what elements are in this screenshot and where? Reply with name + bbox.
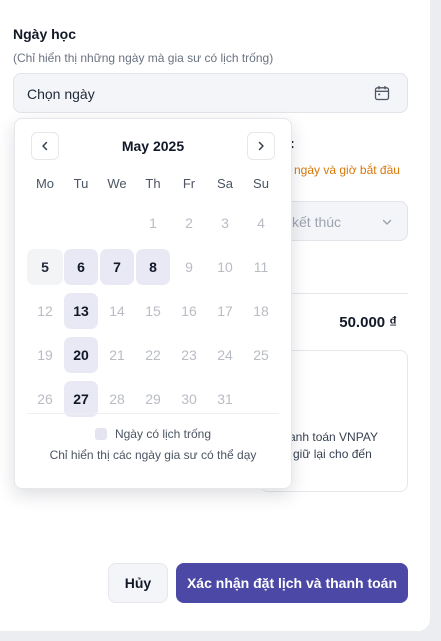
calendar-divider: [27, 413, 279, 414]
calendar-day-available[interactable]: 27: [64, 381, 98, 417]
calendar-day-disabled: 21: [109, 347, 125, 363]
chevron-right-icon: [258, 141, 264, 151]
legend-label: Ngày có lịch trống: [114, 427, 212, 441]
calendar-day-available[interactable]: 13: [64, 293, 98, 329]
calendar-day-disabled: 25: [253, 347, 269, 363]
cancel-button[interactable]: Hủy: [108, 563, 168, 603]
date-picker-value: Chọn ngày: [27, 86, 95, 102]
weekday-label: Su: [253, 176, 269, 191]
calendar-day-disabled: 31: [217, 391, 233, 407]
calendar-day-disabled: 30: [181, 391, 197, 407]
calendar-day-disabled: 16: [181, 303, 197, 319]
calendar-day-disabled: 1: [149, 215, 157, 231]
calendar-icon: [374, 86, 390, 101]
calendar-day-disabled: 14: [109, 303, 125, 319]
calendar-day-disabled: 10: [217, 259, 233, 275]
calendar-day-disabled: 24: [217, 347, 233, 363]
calendar-day-disabled: 3: [221, 215, 229, 231]
calendar-day-disabled: 12: [37, 303, 53, 319]
next-month-button[interactable]: [247, 132, 275, 160]
payment-info-line-2: giữ lại cho đến: [293, 447, 372, 461]
weekday-label: Sa: [217, 176, 233, 191]
calendar-days-grid: 1 2 3 4 5 6 7 8 9 10 11 12 13 14 15 16 17 18 19 20 21 22 23 24 2…: [27, 201, 279, 421]
weekday-header: Mo Tu We Th Fr Sa Su: [27, 176, 279, 191]
calendar-day-available[interactable]: 7: [100, 249, 134, 285]
calendar-day-disabled: 19: [37, 347, 53, 363]
weekday-label: Tu: [73, 176, 89, 191]
booking-panel: Ngày học (Chỉ hiển thị những ngày mà gia…: [0, 0, 430, 631]
calendar-day-disabled: 26: [37, 391, 53, 407]
weekday-label: We: [107, 176, 127, 191]
calendar-day-disabled: 28: [109, 391, 125, 407]
calendar-day-empty: [27, 205, 63, 241]
total-price: 50.000 ₫: [339, 314, 397, 331]
calendar-day-empty: [99, 205, 135, 241]
chevron-down-icon: [382, 219, 392, 225]
legend-note: Chỉ hiển thị các ngày gia sư có thể dạy: [49, 448, 257, 462]
calendar-day-disabled: 18: [253, 303, 269, 319]
calendar-day-available[interactable]: 8: [136, 249, 170, 285]
weekday-label: Th: [145, 176, 161, 191]
calendar-day-disabled: 22: [145, 347, 161, 363]
calendar-day-disabled: 9: [185, 259, 193, 275]
calendar-day-disabled: 17: [217, 303, 233, 319]
page-scrollbar[interactable]: [430, 0, 441, 641]
time-warning-text: ngày và giờ bắt đầu: [294, 163, 400, 177]
calendar-day-disabled: 23: [181, 347, 197, 363]
calendar-day-available[interactable]: 20: [64, 337, 98, 373]
confirm-booking-button[interactable]: Xác nhận đặt lịch và thanh toán: [176, 563, 408, 603]
calendar-legend: Ngày có lịch trống: [15, 427, 291, 441]
calendar-day-available[interactable]: 6: [64, 249, 98, 285]
payment-info-line-1: anh toán VNPAY: [289, 430, 378, 444]
date-field-hint: (Chỉ hiển thị những ngày mà gia sư có lị…: [13, 51, 274, 65]
date-field-label: Ngày học: [13, 26, 77, 42]
calendar-day-disabled: 4: [257, 215, 265, 231]
legend-swatch: [94, 428, 107, 440]
calendar-day-disabled: 11: [253, 259, 269, 275]
calendar-day-disabled: 2: [185, 215, 193, 231]
weekday-label: Mo: [35, 176, 55, 191]
calendar-popup: May 2025 Mo Tu We Th Fr Sa Su 1234567891…: [14, 118, 292, 489]
weekday-label: Fr: [182, 176, 196, 191]
end-time-select-text: kết thúc: [292, 214, 342, 230]
date-picker-input[interactable]: Chọn ngày: [13, 73, 408, 113]
calendar-day-empty: [63, 205, 99, 241]
calendar-day-today[interactable]: 5: [27, 249, 63, 285]
calendar-day-disabled: 15: [145, 303, 161, 319]
calendar-day-disabled: 29: [145, 391, 161, 407]
